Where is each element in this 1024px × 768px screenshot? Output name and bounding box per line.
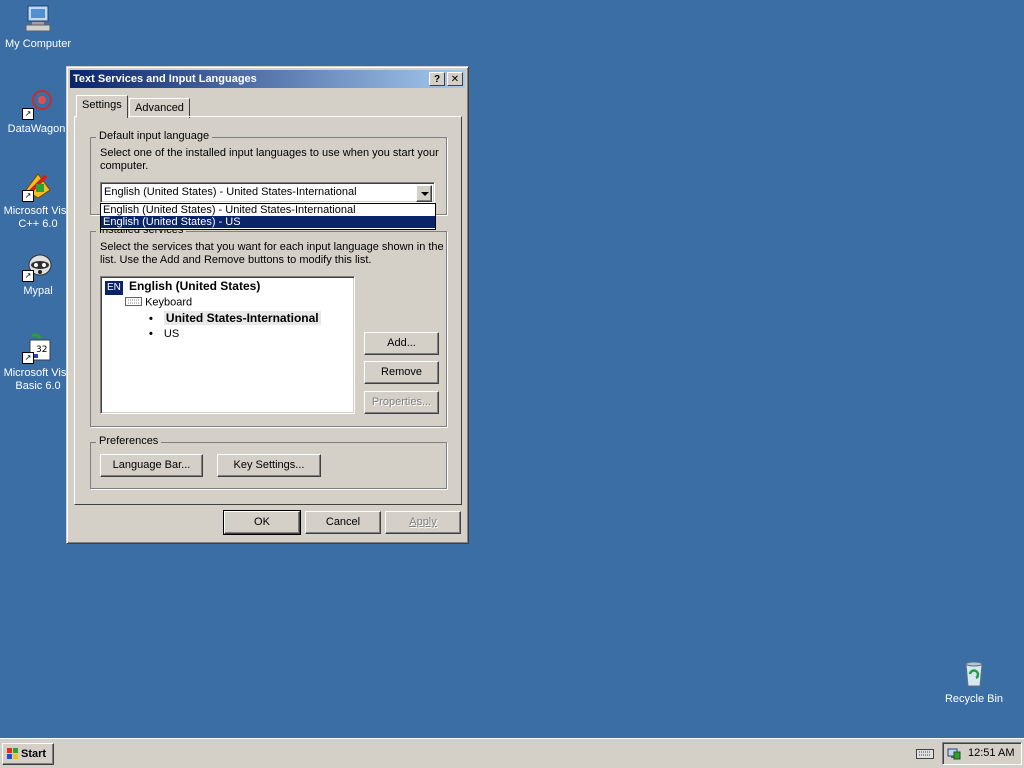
chevron-down-icon (421, 192, 429, 196)
keyboard-icon (125, 295, 142, 310)
cancel-label: Cancel (325, 516, 361, 528)
windows-logo-icon (6, 747, 20, 768)
properties-button[interactable]: Properties... (364, 391, 439, 414)
shortcut-arrow-icon: ↗ (22, 190, 34, 202)
desktop-icon-recycle-bin[interactable]: Recycle Bin (936, 658, 1012, 706)
keyboard-tray-icon[interactable] (916, 746, 934, 763)
add-label: Add... (387, 337, 416, 349)
key-settings-button[interactable]: Key Settings... (217, 454, 321, 477)
dialog-titlebar[interactable]: Text Services and Input Languages ? ✕ (70, 70, 465, 88)
tree-item-us[interactable]: • US (149, 327, 179, 341)
default-input-language-select[interactable]: English (United States) - United States-… (100, 182, 435, 203)
desktop-icon-label: DataWagon. (7, 123, 69, 135)
visual-cpp-icon: ↗ (22, 170, 54, 202)
tree-keyboard-node[interactable]: Keyboard (125, 295, 192, 309)
desktop-icon-my-computer[interactable]: My Computer (0, 3, 76, 51)
remove-label: Remove (381, 366, 422, 378)
tree-language-label: English (United States) (128, 279, 261, 293)
language-bar-button[interactable]: Language Bar... (100, 454, 203, 477)
help-button[interactable]: ? (429, 72, 445, 86)
language-bar-label: Language Bar... (112, 459, 191, 471)
default-input-description: Select one of the installed input langua… (100, 147, 439, 172)
start-button[interactable]: Start (2, 743, 54, 765)
key-settings-label: Key Settings... (233, 459, 305, 471)
apply-button[interactable]: Apply (385, 511, 461, 534)
bullet-icon: • (149, 313, 153, 325)
computer-icon (22, 3, 54, 35)
tree-item-label: US (163, 328, 180, 340)
dropdown-option-selected[interactable]: English (United States) - US (101, 216, 435, 228)
dropdown-button[interactable] (416, 185, 432, 202)
language-badge-icon: EN (105, 281, 123, 295)
close-icon: ✕ (450, 74, 460, 85)
taskbar: Start 12:51 AM (0, 738, 1024, 768)
desktop-icon-label: My Computer (4, 38, 72, 50)
tab-label: Advanced (135, 102, 184, 114)
shortcut-arrow-icon: ↗ (22, 270, 34, 282)
installed-services-tree[interactable]: EN English (United States) Keyboard • Un… (100, 276, 355, 414)
system-tray: 12:51 AM (942, 742, 1022, 765)
tree-item-us-international[interactable]: • United States-International (149, 311, 321, 325)
visual-basic-icon: 32 ↗ (22, 332, 54, 364)
clock[interactable]: 12:51 AM (968, 743, 1014, 764)
mypal-icon: ↗ (22, 250, 54, 282)
default-input-language-value: English (United States) - United States-… (104, 186, 357, 198)
shortcut-arrow-icon: ↗ (22, 108, 34, 120)
ok-label: OK (254, 516, 270, 528)
desktop-icon-mypal[interactable]: ↗ Mypal (0, 250, 76, 298)
tree-keyboard-label: Keyboard (145, 296, 193, 309)
add-button[interactable]: Add... (364, 332, 439, 355)
desktop-icon-label: Microsoft Visu Basic 6.0 (3, 367, 73, 392)
network-tray-icon[interactable] (947, 746, 961, 768)
properties-label: Properties... (371, 396, 432, 408)
tree-item-label: United States-International (163, 311, 321, 325)
tree-language-node[interactable]: EN English (United States) (105, 279, 261, 295)
dropdown-option[interactable]: English (United States) - United States-… (101, 204, 435, 216)
default-input-language-options: English (United States) - United States-… (100, 203, 436, 230)
group-label: Preferences (96, 435, 162, 447)
recycle-bin-icon (958, 658, 990, 690)
desktop-icon-label: Microsoft Visu C++ 6.0 (3, 205, 73, 230)
shortcut-arrow-icon: ↗ (22, 352, 34, 364)
tab-settings[interactable]: Settings (76, 95, 128, 118)
group-label: Default input language (96, 130, 213, 142)
tab-advanced[interactable]: Advanced (129, 98, 190, 118)
dialog-title: Text Services and Input Languages (73, 73, 257, 85)
tab-label: Settings (82, 99, 122, 111)
apply-label: Apply (409, 516, 437, 528)
desktop-icon-visual-basic[interactable]: 32 ↗ Microsoft Visu Basic 6.0 (0, 332, 76, 393)
close-button[interactable]: ✕ (447, 72, 463, 86)
svg-text:32: 32 (36, 345, 47, 355)
bullet-icon: • (149, 328, 153, 340)
installed-services-description: Select the services that you want for ea… (100, 241, 444, 266)
desktop-icon-datawagon[interactable]: ↗ DataWagon. (0, 88, 76, 136)
cancel-button[interactable]: Cancel (305, 511, 381, 534)
desktop-icon-label: Recycle Bin (944, 693, 1004, 705)
desktop-icon-label: Mypal (23, 285, 53, 297)
ok-button[interactable]: OK (223, 510, 301, 535)
desktop-icon-visual-cpp[interactable]: ↗ Microsoft Visu C++ 6.0 (0, 170, 76, 231)
help-icon: ? (433, 74, 441, 85)
remove-button[interactable]: Remove (364, 361, 439, 384)
start-label: Start (21, 748, 47, 760)
datawagon-icon: ↗ (22, 88, 54, 120)
